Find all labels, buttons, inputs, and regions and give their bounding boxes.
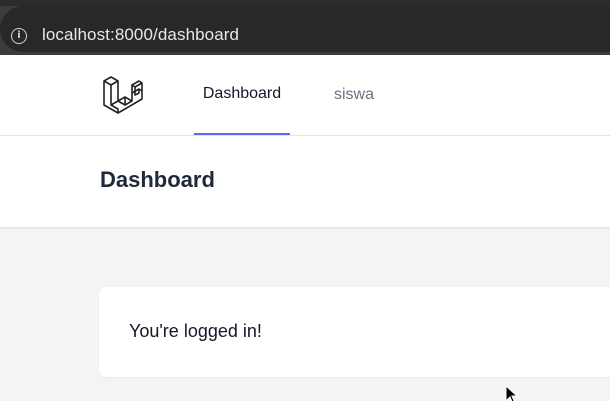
nav-link-siswa[interactable]: siswa bbox=[334, 55, 374, 135]
page-title: Dashboard bbox=[100, 167, 215, 192]
browser-toolbar: i localhost:8000/dashboard bbox=[0, 0, 610, 55]
nav-link-dashboard[interactable]: Dashboard bbox=[194, 55, 290, 135]
info-icon[interactable]: i bbox=[11, 28, 27, 44]
address-bar[interactable]: i localhost:8000/dashboard bbox=[0, 6, 610, 52]
logged-in-message: You're logged in! bbox=[129, 321, 262, 341]
url-text[interactable]: localhost:8000/dashboard bbox=[42, 25, 239, 45]
page-header: Dashboard bbox=[0, 136, 610, 227]
status-card: You're logged in! bbox=[99, 287, 610, 377]
laravel-logo-icon[interactable] bbox=[102, 75, 144, 117]
top-navigation: Dashboard siswa bbox=[0, 55, 610, 136]
mouse-cursor-icon bbox=[505, 385, 519, 401]
